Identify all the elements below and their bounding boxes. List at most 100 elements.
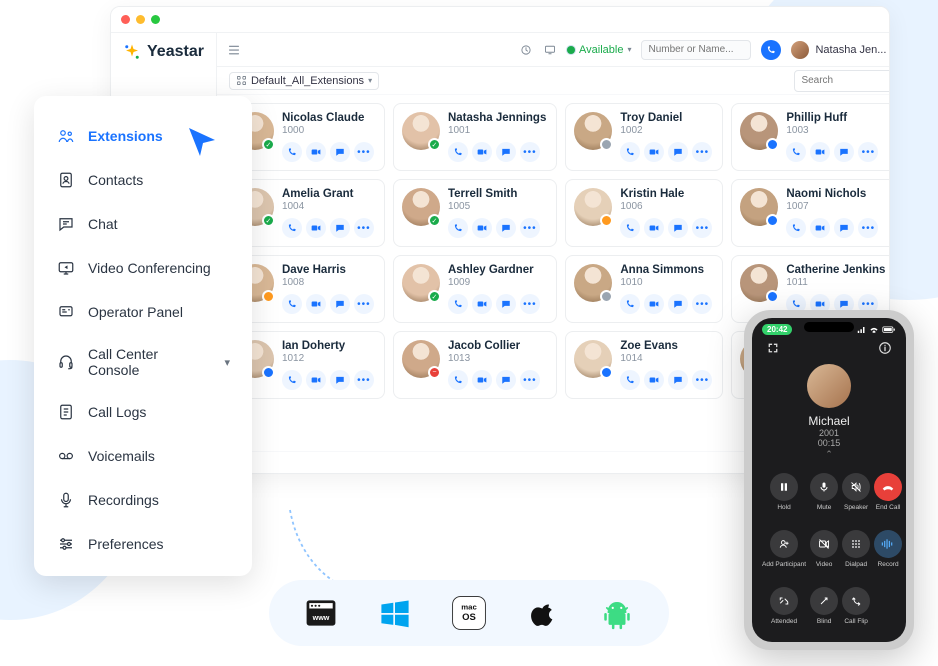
nav-video-conferencing[interactable]: Video Conferencing	[34, 246, 252, 290]
call-record-button[interactable]: Record	[874, 523, 902, 574]
nav-recordings[interactable]: Recordings	[34, 478, 252, 522]
chat-button[interactable]	[668, 370, 688, 390]
call-button[interactable]	[786, 218, 806, 238]
search-input[interactable]	[801, 75, 890, 86]
chat-button[interactable]	[330, 142, 350, 162]
history-icon[interactable]	[519, 43, 533, 57]
chat-button[interactable]	[668, 218, 688, 238]
window-controls[interactable]	[121, 15, 160, 24]
more-options-button[interactable]: •••	[354, 294, 374, 314]
nav-chat[interactable]: Chat	[34, 202, 252, 246]
call-end-call-button[interactable]: End Call	[874, 466, 902, 517]
drag-handle-icon[interactable]: ⌃	[752, 448, 906, 460]
chat-button[interactable]	[496, 370, 516, 390]
call-blind-button[interactable]: Blind	[810, 581, 838, 632]
more-options-button[interactable]: •••	[354, 218, 374, 238]
call-hold-button[interactable]: Hold	[762, 466, 806, 517]
video-call-button[interactable]	[644, 294, 664, 314]
more-options-button[interactable]: •••	[858, 218, 878, 238]
call-button[interactable]	[620, 142, 640, 162]
chat-button[interactable]	[330, 370, 350, 390]
call-button[interactable]	[282, 142, 302, 162]
call-dialpad-button[interactable]: Dialpad	[842, 523, 870, 574]
chat-button[interactable]	[834, 142, 854, 162]
chat-button[interactable]	[496, 218, 516, 238]
chat-button[interactable]	[330, 294, 350, 314]
extension-card[interactable]: Phillip Huff 1003 •••	[731, 103, 890, 171]
call-button[interactable]	[786, 142, 806, 162]
more-options-button[interactable]: •••	[520, 370, 540, 390]
minimize-icon[interactable]	[136, 15, 145, 24]
call-video-button[interactable]: Video	[810, 523, 838, 574]
more-options-button[interactable]: •••	[520, 142, 540, 162]
video-call-button[interactable]	[810, 142, 830, 162]
more-options-button[interactable]: •••	[520, 218, 540, 238]
video-call-button[interactable]	[472, 294, 492, 314]
extension-card[interactable]: Zoe Evans 1014 •••	[565, 331, 723, 399]
call-button[interactable]	[282, 294, 302, 314]
extension-card[interactable]: Anna Simmons 1010 •••	[565, 255, 723, 323]
more-options-button[interactable]: •••	[354, 142, 374, 162]
video-call-button[interactable]	[472, 370, 492, 390]
more-options-button[interactable]: •••	[692, 142, 712, 162]
video-call-button[interactable]	[306, 218, 326, 238]
video-call-button[interactable]	[644, 142, 664, 162]
nav-contacts[interactable]: Contacts	[34, 158, 252, 202]
call-button[interactable]	[282, 218, 302, 238]
info-icon[interactable]	[878, 341, 892, 358]
extension-card[interactable]: ✓ Ashley Gardner 1009 •••	[393, 255, 557, 323]
extension-card[interactable]: Naomi Nichols 1007 •••	[731, 179, 890, 247]
video-call-button[interactable]	[472, 142, 492, 162]
call-speaker-button[interactable]: Speaker	[842, 466, 870, 517]
video-call-button[interactable]	[644, 370, 664, 390]
nav-operator-panel[interactable]: Operator Panel	[34, 290, 252, 334]
chat-button[interactable]	[330, 218, 350, 238]
call-button[interactable]	[448, 370, 468, 390]
nav-preferences[interactable]: Preferences	[34, 522, 252, 566]
more-options-button[interactable]: •••	[354, 370, 374, 390]
display-icon[interactable]	[543, 43, 557, 57]
call-button[interactable]	[620, 218, 640, 238]
nav-call-logs[interactable]: Call Logs	[34, 390, 252, 434]
video-call-button[interactable]	[306, 370, 326, 390]
chat-button[interactable]	[834, 218, 854, 238]
nav-call-center-console[interactable]: Call Center Console ▾	[34, 334, 252, 390]
presence-status-dropdown[interactable]: Available ▾	[567, 44, 631, 56]
more-options-button[interactable]: •••	[692, 294, 712, 314]
call-button[interactable]	[448, 218, 468, 238]
chat-button[interactable]	[496, 294, 516, 314]
dial-button[interactable]	[761, 40, 781, 60]
call-add-participant-button[interactable]: Add Participant	[762, 523, 806, 574]
more-options-button[interactable]: •••	[692, 370, 712, 390]
call-button[interactable]	[282, 370, 302, 390]
extension-card[interactable]: ✓ Terrell Smith 1005 •••	[393, 179, 557, 247]
chat-button[interactable]	[496, 142, 516, 162]
call-button[interactable]	[448, 142, 468, 162]
video-call-button[interactable]	[306, 294, 326, 314]
extension-card[interactable]: − Jacob Collier 1013 •••	[393, 331, 557, 399]
extension-card[interactable]: Troy Daniel 1002 •••	[565, 103, 723, 171]
search-box[interactable]	[794, 70, 890, 92]
video-call-button[interactable]	[810, 218, 830, 238]
video-call-button[interactable]	[644, 218, 664, 238]
extension-card[interactable]: ✓ Natasha Jennings 1001 •••	[393, 103, 557, 171]
video-call-button[interactable]	[306, 142, 326, 162]
more-options-button[interactable]: •••	[520, 294, 540, 314]
chat-button[interactable]	[668, 142, 688, 162]
maximize-icon[interactable]	[151, 15, 160, 24]
close-icon[interactable]	[121, 15, 130, 24]
more-options-button[interactable]: •••	[692, 218, 712, 238]
call-button[interactable]	[448, 294, 468, 314]
video-call-button[interactable]	[472, 218, 492, 238]
extension-card[interactable]: Kristin Hale 1006 •••	[565, 179, 723, 247]
call-button[interactable]	[620, 370, 640, 390]
collapse-sidebar-icon[interactable]	[227, 43, 241, 57]
extension-group-dropdown[interactable]: Default_All_Extensions ▾	[229, 72, 379, 90]
call-call-flip-button[interactable]: Call Flip	[842, 581, 870, 632]
call-attended-button[interactable]: Attended	[762, 581, 806, 632]
call-button[interactable]	[620, 294, 640, 314]
collapse-icon[interactable]	[766, 341, 780, 358]
more-options-button[interactable]: •••	[858, 142, 878, 162]
chat-button[interactable]	[668, 294, 688, 314]
current-user-menu[interactable]: Natasha Jen... ▾	[791, 41, 890, 59]
